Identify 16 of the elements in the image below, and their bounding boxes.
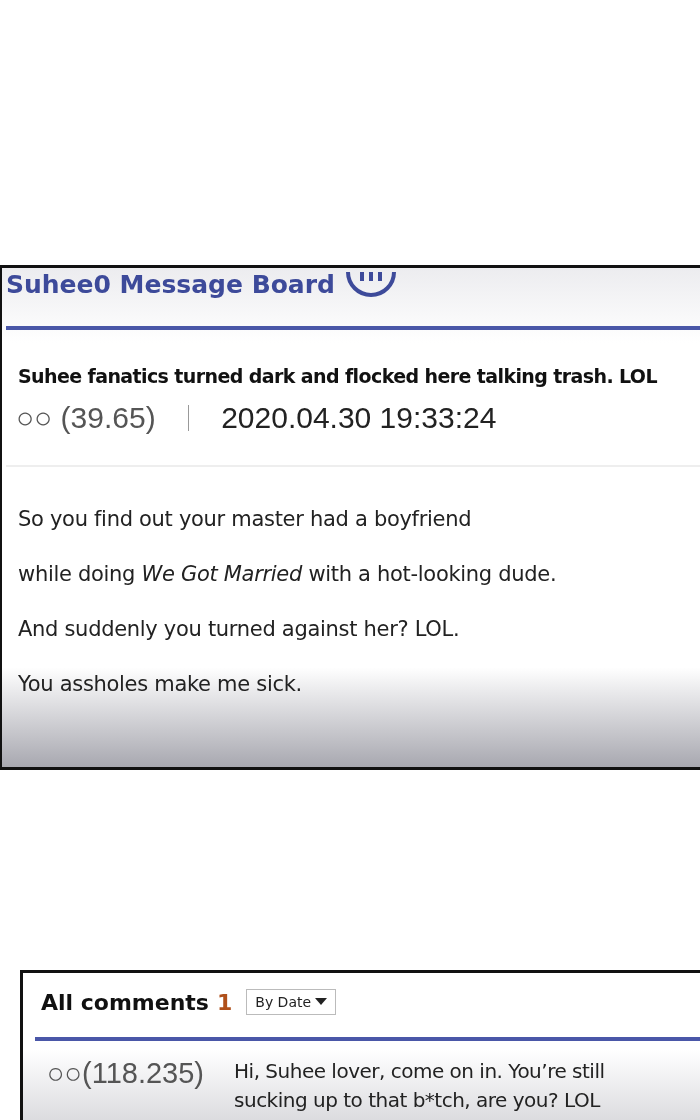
comment-text: Hi, Suhee lover, come on in. You’re still [234, 1058, 605, 1085]
post-text: You assholes make me sick. [18, 672, 303, 697]
caret-icon [315, 998, 328, 1006]
sort-dropdown[interactable]: By Date [246, 989, 337, 1015]
author-name: ○○ (39.65) [16, 401, 156, 435]
post-text: And suddenly you turned against her? LOL. [18, 617, 461, 642]
comment-author: ○○(118.235) [47, 1057, 205, 1091]
smiley-icon [344, 270, 397, 300]
post-date: 2020.04.30 19:33:24 [221, 401, 497, 435]
comments-heading: All comments [41, 989, 209, 1015]
comment-text: sucking up to that b*tch, are you? LOL [234, 1087, 602, 1114]
comment-count: 1 [216, 989, 233, 1015]
post-title: Suhee fanatics turned dark and flocked here talking trash. LOL [18, 365, 658, 387]
board-title: Suhee0 Message Board [6, 270, 335, 300]
post-text: while doing We Got Married with a hot-looking dude. [18, 562, 558, 587]
post-text: So you find out your master had a boyfriend [18, 507, 473, 532]
